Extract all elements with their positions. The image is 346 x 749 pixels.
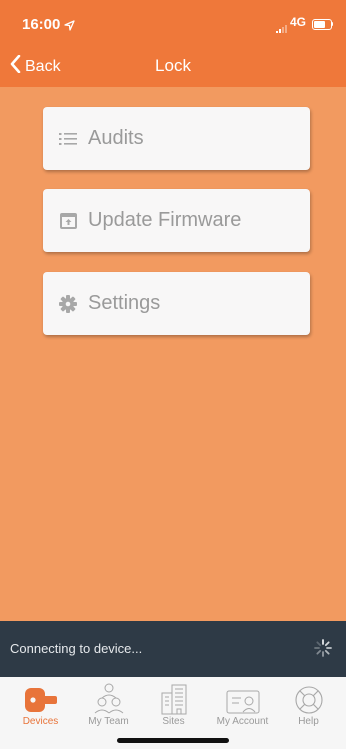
tab-label-help: Help xyxy=(298,716,319,727)
audits-label: Audits xyxy=(88,127,144,149)
team-icon xyxy=(74,679,143,715)
signal-icon xyxy=(276,20,288,37)
tab-my-account[interactable]: My Account xyxy=(208,679,277,727)
gear-icon xyxy=(58,294,78,314)
tab-label-my-team: My Team xyxy=(88,716,129,727)
update-firmware-label: Update Firmware xyxy=(88,209,242,231)
settings-label: Settings xyxy=(88,292,161,314)
audits-button[interactable]: Audits xyxy=(43,107,310,170)
loading-spinner-icon xyxy=(313,638,333,663)
update-firmware-button[interactable]: Update Firmware xyxy=(43,189,310,252)
list-icon xyxy=(58,129,78,149)
status-bar: 16:00 4G xyxy=(0,0,346,44)
lock-device-icon xyxy=(6,679,75,715)
tab-my-team[interactable]: My Team xyxy=(74,679,143,727)
status-time: 16:00 xyxy=(22,16,61,33)
tab-label-sites: Sites xyxy=(162,716,185,727)
battery-icon xyxy=(312,19,332,30)
home-indicator xyxy=(117,738,229,743)
page-title: Lock xyxy=(155,56,191,75)
connection-status-text: Connecting to device... xyxy=(10,641,143,656)
battery-cap xyxy=(331,22,333,26)
location-arrow-icon xyxy=(64,18,75,35)
account-card-icon xyxy=(208,679,277,715)
network-label: 4G xyxy=(290,15,307,29)
lifebuoy-icon xyxy=(274,679,343,715)
firmware-upload-icon xyxy=(58,211,78,231)
settings-button[interactable]: Settings xyxy=(43,272,310,335)
connection-banner: Connecting to device... xyxy=(0,621,346,677)
header: 16:00 4G Back Lock xyxy=(0,0,346,87)
building-icon xyxy=(139,679,208,715)
tab-devices[interactable]: Devices xyxy=(6,679,75,727)
tab-help[interactable]: Help xyxy=(274,679,343,727)
tab-sites[interactable]: Sites xyxy=(139,679,208,727)
nav-bar: Back Lock xyxy=(0,44,346,87)
tab-label-devices: Devices xyxy=(22,716,59,727)
tab-label-my-account: My Account xyxy=(216,716,269,727)
